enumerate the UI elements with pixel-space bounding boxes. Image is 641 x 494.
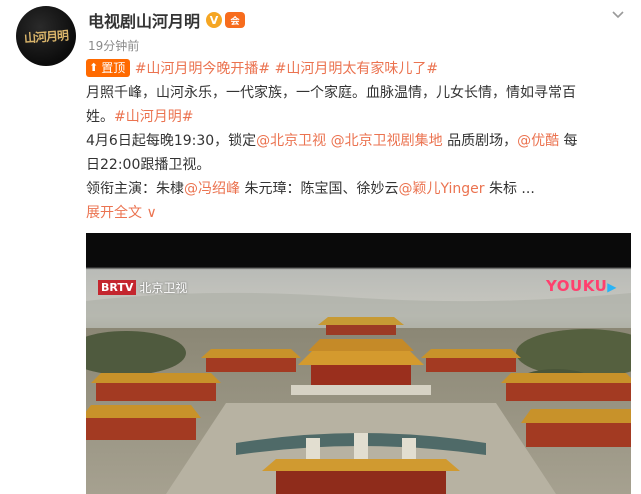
pinned-label: 置顶 bbox=[101, 61, 126, 75]
post-text-segment: 4月6日起每晚19:30，锁定 bbox=[86, 133, 257, 149]
mention-link[interactable]: @北京卫视剧集地 bbox=[331, 133, 443, 149]
account-avatar[interactable]: 山河月明 bbox=[16, 6, 76, 66]
hashtag-link[interactable]: #山河月明今晚开播# bbox=[135, 61, 270, 77]
post-text: ⬆ 置顶 #山河月明今晚开播# #山河月明太有家味儿了# 月照千峰，山河永乐，一… bbox=[86, 57, 631, 225]
post-line-4: 4月6日起每晚19:30，锁定@北京卫视 @北京卫视剧集地 品质剧场，@优酷 每 bbox=[86, 129, 631, 153]
mention-link[interactable]: @优酷 bbox=[517, 133, 559, 149]
palace-aerial-image bbox=[86, 233, 631, 494]
post-timestamp[interactable]: 19分钟前 bbox=[88, 37, 139, 54]
post-text-segment: 姓。 bbox=[86, 109, 114, 125]
post-line-5: 日22:00跟播卫视。 bbox=[86, 157, 211, 173]
hashtag-link[interactable]: #山河月明太有家味儿了# bbox=[275, 61, 438, 77]
hashtag-link[interactable]: #山河月明# bbox=[114, 109, 193, 125]
mention-link[interactable]: @北京卫视 bbox=[256, 133, 326, 149]
post-line-3: 姓。#山河月明# bbox=[86, 105, 631, 129]
post-text-segment: 朱标 ... bbox=[484, 181, 535, 197]
expand-label: 展开全文 bbox=[86, 205, 142, 221]
verified-icon: V bbox=[206, 12, 223, 28]
post-text-segment: 朱元璋：陈宝国、徐妙云 bbox=[240, 181, 399, 197]
mention-link[interactable]: @颖儿Yinger bbox=[398, 181, 484, 197]
chevron-down-icon[interactable] bbox=[611, 8, 625, 22]
account-header: 电视剧山河月明 V 会 bbox=[88, 8, 246, 32]
pin-icon: ⬆ bbox=[89, 61, 99, 74]
mention-link[interactable]: @冯绍峰 bbox=[184, 181, 240, 197]
post-text-segment: 每 bbox=[559, 133, 578, 149]
expand-full-text-link[interactable]: 展开全文 ∨ bbox=[86, 201, 631, 225]
youku-logo-text: YOUKU bbox=[545, 277, 608, 295]
post-text-segment: 领衔主演：朱棣 bbox=[86, 181, 184, 197]
post-line-6: 领衔主演：朱棣@冯绍峰 朱元璋：陈宝国、徐妙云@颖儿Yinger 朱标 ... bbox=[86, 177, 631, 201]
pinned-badge: ⬆ 置顶 bbox=[86, 59, 131, 77]
youku-logo: YOUKU▶ bbox=[546, 277, 617, 295]
post-line-1: ⬆ 置顶 #山河月明今晚开播# #山河月明太有家味儿了# bbox=[86, 57, 631, 81]
broadcaster-name: 北京卫视 bbox=[139, 281, 188, 295]
post-line-2: 月照千峰，山河永乐，一代家族，一个家庭。血脉温情，儿女长情，情如寻常百 bbox=[86, 85, 576, 101]
member-badge-icon[interactable]: 会 bbox=[225, 12, 246, 28]
post-text-segment: 品质剧场， bbox=[442, 133, 518, 149]
account-name[interactable]: 电视剧山河月明 bbox=[88, 8, 200, 32]
video-thumbnail[interactable]: BRTV 北京卫视 YOUKU▶ bbox=[86, 233, 631, 494]
expand-arrow-icon: ∨ bbox=[146, 205, 157, 221]
play-icon: ▶ bbox=[607, 280, 617, 294]
broadcaster-watermark: BRTV 北京卫视 bbox=[98, 279, 187, 296]
avatar-logo-text: 山河月明 bbox=[23, 27, 69, 46]
brtv-logo: BRTV bbox=[98, 280, 137, 295]
